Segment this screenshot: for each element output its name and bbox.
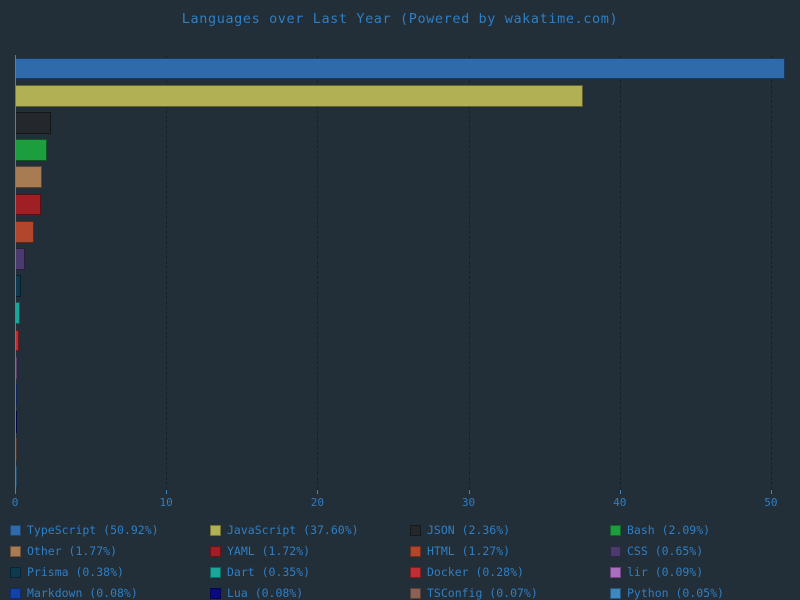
legend-item[interactable]: Prisma (0.38%) xyxy=(10,565,124,579)
bar-json xyxy=(15,112,51,134)
chart-title: Languages over Last Year (Powered by wak… xyxy=(181,11,619,27)
x-tick-mark-20 xyxy=(317,490,319,494)
x-axis: 0 10 20 30 40 50 xyxy=(11,490,786,514)
legend-item-label: CSS (0.65%) xyxy=(627,544,704,558)
plot-area xyxy=(15,55,786,490)
legend-swatch-icon xyxy=(610,566,621,578)
legend-swatch-icon xyxy=(10,524,21,536)
legend-item[interactable]: Docker (0.28%) xyxy=(410,565,524,579)
bar-bash xyxy=(15,139,47,162)
bar-html xyxy=(15,220,35,243)
bar-series xyxy=(15,55,786,490)
legend-item-label: Docker (0.28%) xyxy=(427,565,524,579)
legend-item[interactable]: TSConfig (0.07%) xyxy=(410,586,538,600)
chart-container: Languages over Last Year (Powered by wak… xyxy=(0,0,800,600)
legend-swatch-icon xyxy=(410,545,421,557)
legend-swatch-icon xyxy=(410,587,421,599)
x-tick-mark-30 xyxy=(468,490,470,494)
legend-item[interactable]: Bash (2.09%) xyxy=(610,523,710,537)
y-axis-line xyxy=(15,55,16,490)
legend-item-label: Bash (2.09%) xyxy=(627,523,711,537)
bar-css xyxy=(15,248,25,270)
legend-item-label: JavaScript (37.60%) xyxy=(227,523,359,537)
legend-item[interactable]: Dart (0.35%) xyxy=(210,565,310,579)
legend-item-label: Python (0.05%) xyxy=(627,586,724,600)
legend-swatch-icon xyxy=(10,545,21,557)
legend-item[interactable]: Lua (0.08%) xyxy=(210,586,303,600)
legend-item[interactable]: Python (0.05%) xyxy=(610,586,724,600)
legend-swatch-icon xyxy=(210,545,221,557)
bar-yaml xyxy=(15,193,41,216)
legend-item-label: Prisma (0.38%) xyxy=(27,565,124,579)
legend-swatch-icon xyxy=(610,587,621,599)
x-tick-label-50: 50 xyxy=(764,496,778,509)
legend-swatch-icon xyxy=(210,566,221,578)
x-tick-mark-50 xyxy=(770,490,772,494)
x-tick-mark-10 xyxy=(166,490,168,494)
legend-item[interactable]: JavaScript (37.60%) xyxy=(210,523,359,537)
legend-item-label: Markdown (0.08%) xyxy=(27,586,138,600)
legend-item-label: Dart (0.35%) xyxy=(227,565,311,579)
legend-swatch-icon xyxy=(10,566,21,578)
legend-item-label: lir (0.09%) xyxy=(627,565,704,579)
chart-legend: TypeScript (50.92%) JavaScript (37.60%) JS… xyxy=(0,519,800,600)
legend-item[interactable]: Markdown (0.08%) xyxy=(10,586,138,600)
legend-swatch-icon xyxy=(210,587,221,599)
x-tick-label-40: 40 xyxy=(613,496,627,509)
x-tick-mark-40 xyxy=(619,490,621,494)
legend-item-label: Lua (0.08%) xyxy=(227,586,304,600)
legend-item[interactable]: lir (0.09%) xyxy=(610,565,703,579)
x-tick-label-20: 20 xyxy=(310,496,324,509)
legend-swatch-icon xyxy=(410,566,421,578)
x-tick-label-30: 30 xyxy=(461,496,476,509)
legend-swatch-icon xyxy=(210,524,221,536)
legend-item[interactable]: YAML (1.72%) xyxy=(210,544,310,558)
legend-item-label: YAML (1.72%) xyxy=(227,544,311,558)
legend-swatch-icon xyxy=(410,524,421,536)
legend-swatch-icon xyxy=(610,545,621,557)
legend-item[interactable]: HTML (1.27%) xyxy=(410,544,510,558)
bar-other xyxy=(15,166,42,189)
legend-swatch-icon xyxy=(10,587,21,599)
legend-item-label: Other (1.77%) xyxy=(27,544,118,558)
legend-item[interactable]: CSS (0.65%) xyxy=(610,544,703,558)
bar-typescript xyxy=(15,57,785,80)
legend-item[interactable]: Other (1.77%) xyxy=(10,544,117,558)
x-tick-label-10: 10 xyxy=(159,496,173,509)
legend-item-label: TSConfig (0.07%) xyxy=(427,586,538,600)
legend-item-label: JSON (2.36%) xyxy=(427,523,511,537)
x-tick-label-0: 0 xyxy=(11,496,19,509)
bar-javascript xyxy=(15,84,584,107)
legend-item[interactable]: JSON (2.36%) xyxy=(410,523,510,537)
legend-item-label: TypeScript (50.92%) xyxy=(27,523,159,537)
legend-swatch-icon xyxy=(610,524,621,536)
x-tick-mark-0 xyxy=(15,490,16,494)
legend-item-label: HTML (1.27%) xyxy=(427,544,511,558)
legend-item[interactable]: TypeScript (50.92%) xyxy=(10,523,159,537)
